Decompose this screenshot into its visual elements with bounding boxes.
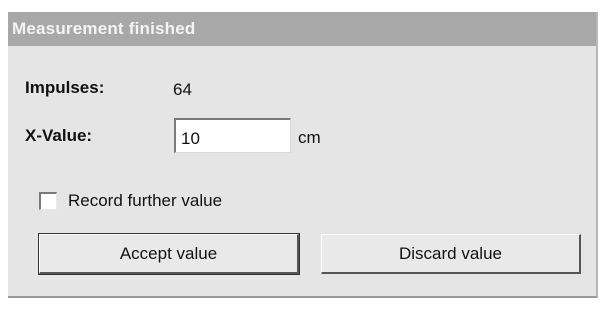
accept-value-button[interactable]: Accept value	[38, 233, 300, 275]
x-value-unit: cm	[298, 128, 321, 147]
impulses-label: Impulses:	[25, 78, 105, 97]
discard-value-button[interactable]: Discard value	[321, 234, 581, 274]
x-value-label: X-Value:	[25, 126, 93, 145]
dialog-title-bar[interactable]: Measurement finished	[8, 12, 596, 46]
impulses-value: 64	[173, 80, 192, 99]
record-further-checkbox[interactable]	[39, 192, 57, 210]
dialog-title: Measurement finished	[12, 19, 196, 38]
record-further-label[interactable]: Record further value	[68, 191, 222, 211]
x-value-input[interactable]	[174, 118, 291, 153]
measurement-dialog: Measurement finished Impulses: 64 X-Valu…	[8, 12, 598, 298]
